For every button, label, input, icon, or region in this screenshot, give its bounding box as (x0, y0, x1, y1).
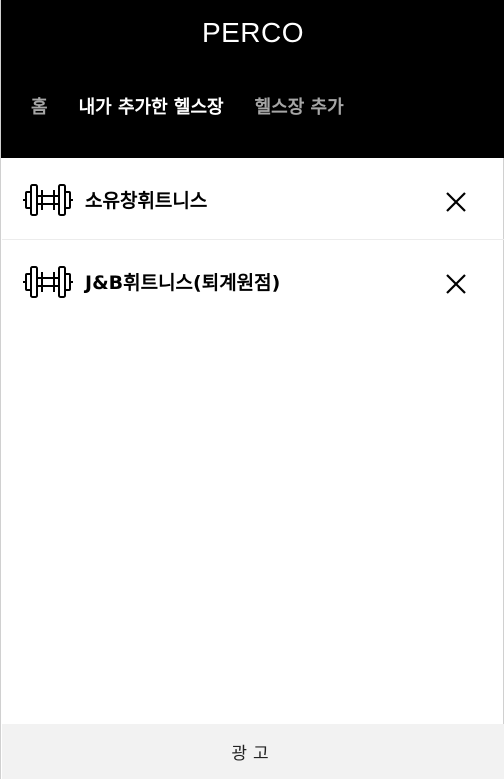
close-icon[interactable] (443, 271, 469, 297)
tab-home[interactable]: 홈 (31, 93, 48, 119)
dumbbell-icon (23, 266, 73, 298)
nav-tabs: 홈 내가 추가한 헬스장 헬스장 추가 (31, 93, 375, 119)
dumbbell-icon (23, 184, 73, 216)
app-header: PERCO 홈 내가 추가한 헬스장 헬스장 추가 (1, 0, 504, 158)
gym-name: 소유창휘트니스 (85, 190, 208, 212)
gym-list: 소유창휘트니스 J&B휘트니스(퇴계원점) (2, 158, 504, 322)
app-frame: PERCO 홈 내가 추가한 헬스장 헬스장 추가 소유창휘트니스 J&B휘트니… (0, 0, 504, 779)
gym-list-item[interactable]: 소유창휘트니스 (2, 158, 504, 240)
tab-my-gyms[interactable]: 내가 추가한 헬스장 (79, 93, 224, 119)
ad-banner[interactable]: 광고 (2, 724, 504, 779)
tab-add-gym[interactable]: 헬스장 추가 (255, 93, 344, 119)
ad-label: 광고 (231, 744, 275, 764)
app-title: PERCO (201, 17, 305, 48)
gym-name: J&B휘트니스(퇴계원점) (85, 272, 281, 294)
close-icon[interactable] (443, 189, 469, 215)
gym-list-item[interactable]: J&B휘트니스(퇴계원점) (2, 240, 504, 322)
